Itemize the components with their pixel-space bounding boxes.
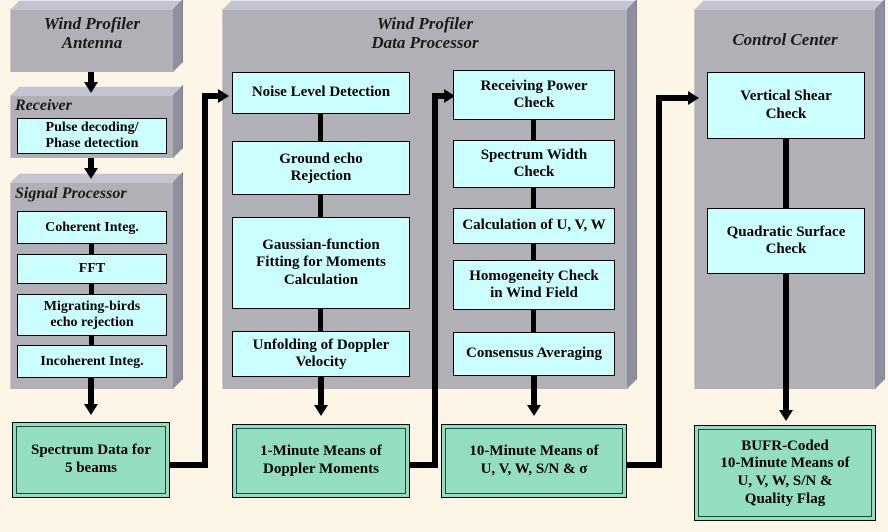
connector-10min-to-vertical-shear-h-top: [656, 95, 692, 101]
flowchart-diagram: Wind Profiler Antenna Receiver Pulse dec…: [0, 0, 888, 532]
connector-homogeneity-to-consensus: [531, 310, 536, 332]
arrowhead-antenna-to-receiver: [84, 82, 98, 93]
process-quadratic-surface-check[interactable]: Quadratic Surface Check: [707, 208, 865, 274]
panel-right-bevel: [875, 0, 885, 389]
process-spectrum-width-check[interactable]: Spectrum Width Check: [453, 140, 615, 188]
process-migrating-birds-echo-rejection[interactable]: Migrating-birds echo rejection: [17, 294, 167, 336]
connector-noise-to-ground-echo: [318, 114, 323, 141]
process-homogeneity-check-in-wind-field[interactable]: Homogeneity Check in Wind Field: [453, 260, 615, 310]
arrowhead-to-bufr-output: [779, 410, 793, 421]
connector-coherent-to-fft: [89, 244, 94, 254]
connector-spectrum-to-noise-v: [202, 93, 208, 468]
connector-10min-to-vertical-shear-v: [656, 95, 662, 468]
arrowhead-receiver-to-signal-processor: [84, 168, 98, 179]
process-consensus-averaging[interactable]: Consensus Averaging: [453, 332, 615, 376]
arrowhead-to-10min-means: [527, 405, 541, 416]
panel-title-receiver: Receiver: [15, 97, 72, 114]
panel-title-signal-processor: Signal Processor: [15, 185, 127, 202]
arrowhead-to-1min-means: [314, 405, 328, 416]
output-label: Spectrum Data for 5 beams: [16, 426, 166, 494]
arrowhead-to-vertical-shear-check: [688, 91, 699, 105]
process-fft[interactable]: FFT: [17, 254, 167, 284]
panel-title-antenna: Wind Profiler Antenna: [43, 14, 141, 53]
output-10-minute-means-u-v-w-sn-sigma[interactable]: 10-Minute Means of U, V, W, S/N & σ: [441, 424, 627, 498]
connector-calculation-to-homogeneity: [531, 244, 536, 260]
output-bufr-coded-10-minute-means[interactable]: BUFR-Coded 10-Minute Means of U, V, W, S…: [694, 425, 876, 521]
process-pulse-decoding-phase-detection[interactable]: Pulse decoding/ Phase detection: [17, 118, 167, 154]
connector-spectrum-width-to-calculation: [531, 188, 536, 208]
process-vertical-shear-check[interactable]: Vertical Shear Check: [707, 72, 865, 139]
output-label: 1-Minute Means of Doppler Moments: [236, 428, 406, 494]
process-unfolding-of-doppler-velocity[interactable]: Unfolding of Doppler Velocity: [232, 331, 410, 377]
process-gaussian-function-fitting[interactable]: Gaussian-function Fitting for Moments Ca…: [232, 217, 410, 309]
process-incoherent-integ[interactable]: Incoherent Integ.: [17, 345, 167, 378]
output-label: 10-Minute Means of U, V, W, S/N & σ: [445, 428, 623, 494]
arrowhead-to-spectrum-data: [84, 404, 98, 415]
arrowhead-to-noise-level-detection: [218, 89, 229, 103]
panel-right-bevel: [173, 172, 183, 389]
output-1-minute-means-doppler-moments[interactable]: 1-Minute Means of Doppler Moments: [232, 424, 410, 498]
connector-gaussian-to-unfolding: [318, 309, 323, 331]
panel-top-bevel: [694, 0, 886, 10]
process-ground-echo-rejection[interactable]: Ground echo Rejection: [232, 141, 410, 195]
connector-ground-echo-to-gaussian: [318, 195, 323, 217]
panel-right-bevel: [627, 0, 637, 389]
output-label: BUFR-Coded 10-Minute Means of U, V, W, S…: [698, 429, 872, 517]
output-spectrum-data-for-5-beams[interactable]: Spectrum Data for 5 beams: [12, 422, 170, 498]
process-receiving-power-check[interactable]: Receiving Power Check: [453, 70, 615, 120]
panel-title-data-processor: Wind Profiler Data Processor: [371, 14, 479, 53]
connector-quadratic-to-bufr: [783, 274, 789, 414]
connector-vertical-shear-to-quadratic: [783, 139, 789, 208]
process-coherent-integ[interactable]: Coherent Integ.: [17, 211, 167, 244]
process-noise-level-detection[interactable]: Noise Level Detection: [232, 72, 410, 114]
process-calculation-of-u-v-w[interactable]: Calculation of U, V, W: [453, 208, 615, 244]
connector-migrating-birds-to-incoherent: [89, 336, 94, 345]
panel-right-bevel: [173, 0, 183, 72]
panel-top-bevel: [222, 0, 638, 10]
panel-top-bevel: [10, 0, 184, 10]
connector-fft-to-migrating-birds: [89, 284, 94, 294]
connector-1min-to-receiving-power-v: [432, 93, 438, 468]
panel-right-bevel: [173, 85, 183, 158]
panel-title-control-center: Control Center: [732, 30, 838, 49]
connector-receiving-power-to-spectrum-width: [531, 120, 536, 140]
